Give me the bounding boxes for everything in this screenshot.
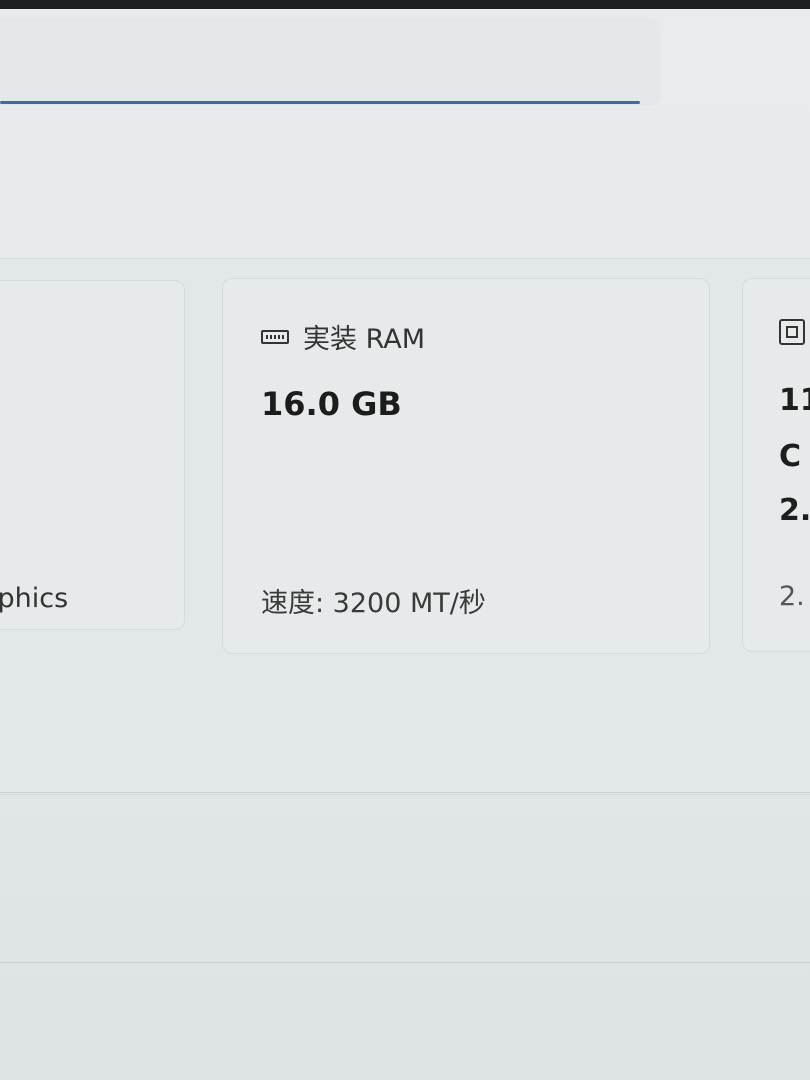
- ram-amount: 16.0 GB: [261, 385, 402, 423]
- processor-sub: 2.: [779, 581, 805, 612]
- ram-speed: 速度: 3200 MT/秒: [261, 588, 486, 619]
- cpu-icon: [779, 319, 805, 345]
- search-box-focus-underline: [0, 101, 640, 104]
- graphics-sub-label: aphics: [0, 583, 69, 614]
- screen-bezel: [0, 0, 810, 9]
- ram-card-header: 実装 RAM: [261, 317, 425, 356]
- spec-card-processor[interactable]: 11 C 2. 2.: [742, 278, 810, 652]
- section-divider: [0, 962, 810, 963]
- processor-line-1: 11: [779, 383, 810, 418]
- ram-card-title: 実装 RAM: [303, 324, 426, 355]
- processor-line-3: 2.: [779, 493, 810, 528]
- section-divider: [0, 792, 810, 793]
- processor-line-2: C: [779, 439, 802, 474]
- spec-card-ram[interactable]: 実装 RAM 16.0 GB 速度: 3200 MT/秒: [222, 278, 710, 654]
- spec-card-graphics[interactable]: aphics: [0, 280, 185, 630]
- search-box[interactable]: [0, 18, 660, 104]
- ram-icon: [261, 329, 289, 344]
